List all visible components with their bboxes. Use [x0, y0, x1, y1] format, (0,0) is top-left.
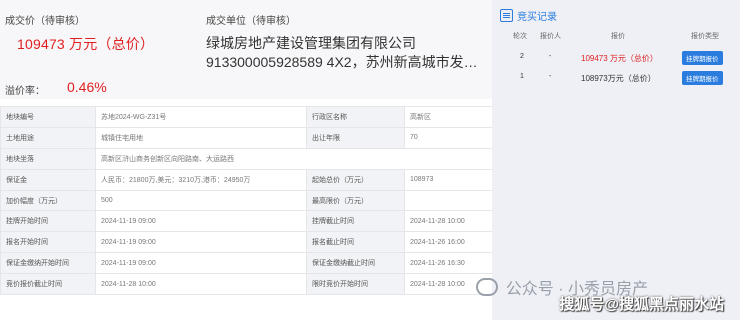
- info-row: 土地用途 城镇住宅用地 出让年限 70: [0, 126, 493, 149]
- info-value: 城镇住宅用地: [95, 126, 307, 149]
- bid-bidder: -: [549, 73, 552, 80]
- info-key: 最高限价（万元）: [306, 189, 405, 212]
- info-key: 保证金: [0, 168, 96, 191]
- info-row: 加价幅度（万元） 500 最高限价（万元）: [0, 189, 493, 212]
- bid-price: 109473 万元（总价）: [581, 54, 658, 63]
- bid-type-badge: 挂牌期报价: [682, 51, 723, 65]
- info-row: 报名开始时间 2024-11-19 09:00 报名截止时间 2024-11-26 1…: [0, 231, 493, 254]
- info-value: 2024-11-26 16:30: [404, 252, 493, 275]
- winner-label: 成交单位（待审核）: [206, 16, 296, 27]
- info-row: 保证金缴纳开始时间 2024-11-19 09:00 保证金缴纳截止时间 2024-1…: [0, 252, 493, 275]
- bid-price: 108973万元（总价）: [581, 74, 656, 83]
- info-key: 限时竞价开始时间: [306, 273, 405, 296]
- info-key: 加价幅度（万元）: [0, 189, 96, 212]
- info-row: 挂牌开始时间 2024-11-19 09:00 挂牌截止时间 2024-11-28 1…: [0, 210, 493, 233]
- info-key: 挂牌截止时间: [306, 210, 405, 233]
- info-row: 地块坐落 高新区浒山商务创新区向阳路南、大运路西: [0, 147, 493, 170]
- info-key: 挂牌开始时间: [0, 210, 96, 233]
- info-key: 起始总价（万元）: [306, 168, 405, 191]
- col-bidder-header: 报价人: [540, 33, 561, 40]
- info-row: 竞价报价截止时间 2024-11-28 10:00 限时竞价开始时间 2024-11-…: [0, 273, 493, 296]
- premium-rate-value: 0.46%: [67, 79, 107, 95]
- info-value: 高新区: [404, 106, 493, 128]
- info-value: 70: [404, 126, 493, 149]
- info-key: 竞价报价截止时间: [0, 273, 96, 296]
- info-row: 地块编号 苏地2024-WG-Z31号 行政区名称 高新区: [0, 106, 493, 128]
- col-type-header: 报价类型: [691, 33, 719, 40]
- info-value: 108973: [404, 168, 493, 191]
- info-key: 地块编号: [0, 106, 96, 128]
- info-value: 2024-11-26 16:00: [404, 231, 493, 254]
- info-value: 2024-11-19 09:00: [95, 210, 307, 233]
- info-row: 保证金 人民币：21800万,美元：3210万,港币：24950万 起始总价（万元）…: [0, 168, 493, 191]
- wechat-logo-icon: [475, 278, 498, 296]
- bid-record-title: 竞买记录: [517, 12, 557, 23]
- col-round-header: 轮次: [513, 33, 527, 40]
- info-key: 出让年限: [306, 126, 405, 149]
- bid-type-badge: 挂牌期报价: [682, 71, 723, 85]
- info-key: 报名开始时间: [0, 231, 96, 254]
- bid-record-header: 竞买记录: [500, 8, 557, 23]
- winner-name: 绿城房地产建设管理集团有限公司: [206, 35, 416, 51]
- info-key: 土地用途: [0, 126, 96, 149]
- info-key: 报名截止时间: [306, 231, 405, 254]
- list-icon: [500, 9, 513, 22]
- deal-price-value: 109473 万元（总价）: [17, 36, 155, 52]
- sohu-watermark: 搜狐号@搜狐黑点丽水站: [559, 296, 724, 313]
- info-value: 人民币：21800万,美元：3210万,港币：24950万: [95, 168, 307, 191]
- bid-row: 2 - 109473 万元（总价） 挂牌期报价: [492, 48, 740, 68]
- info-value: 苏地2024-WG-Z31号: [95, 106, 307, 128]
- info-value: 高新区浒山商务创新区向阳路南、大运路西: [95, 147, 493, 170]
- info-value: 2024-11-28 10:00: [95, 273, 307, 296]
- col-price-header: 报价: [611, 33, 625, 40]
- info-value: 2024-11-19 09:00: [95, 231, 307, 254]
- land-info-table: 地块编号 苏地2024-WG-Z31号 行政区名称 高新区 土地用途 城镇住宅用地 出让年限…: [0, 106, 493, 296]
- bid-record-panel: 竞买记录 轮次 报价人 报价 报价类型 2 - 109473 万元（总价） 挂牌期报价…: [492, 0, 740, 320]
- info-value: 2024-11-19 09:00: [95, 252, 307, 275]
- info-key: 行政区名称: [306, 106, 405, 128]
- winner-credit-code: 913300005928589 4X2，苏州新高城市发展...: [206, 54, 488, 70]
- premium-rate-label: 溢价率：: [5, 86, 45, 97]
- info-key: 保证金缴纳截止时间: [306, 252, 405, 275]
- info-key: 地块坐落: [0, 147, 96, 170]
- bid-row: 1 - 108973万元（总价） 挂牌期报价: [492, 68, 740, 88]
- deal-summary: 成交价（待审核） 109473 万元（总价） 成交单位（待审核） 绿城房地产建设…: [0, 0, 492, 99]
- info-value: 500: [95, 189, 307, 212]
- land-detail-panel: 成交价（待审核） 109473 万元（总价） 成交单位（待审核） 绿城房地产建设…: [0, 0, 493, 320]
- deal-price-label: 成交价（待审核）: [5, 16, 85, 27]
- bid-round: 2: [520, 53, 524, 60]
- bid-round: 1: [520, 73, 524, 80]
- info-value: [404, 189, 493, 212]
- info-key: 保证金缴纳开始时间: [0, 252, 96, 275]
- bid-bidder: -: [549, 53, 552, 60]
- info-value: 2024-11-28 10:00: [404, 210, 493, 233]
